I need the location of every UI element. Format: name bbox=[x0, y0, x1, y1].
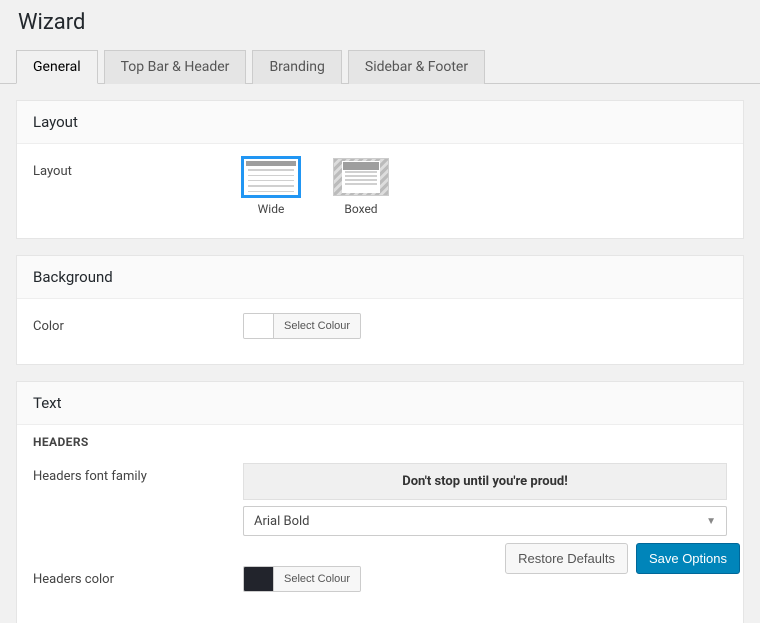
select-colour-button[interactable]: Select Colour bbox=[274, 567, 360, 591]
restore-defaults-button[interactable]: Restore Defaults bbox=[505, 543, 628, 574]
headers-font-family-select[interactable]: Arial Bold ▼ bbox=[243, 506, 727, 536]
text-subheading-headers: HEADERS bbox=[17, 425, 743, 459]
layout-option-boxed[interactable]: Boxed bbox=[333, 158, 389, 216]
background-color-picker[interactable]: Select Colour bbox=[243, 313, 361, 339]
layout-thumb-boxed-icon bbox=[333, 158, 389, 196]
background-section-title: Background bbox=[17, 256, 743, 299]
layout-option-wide[interactable]: Wide bbox=[243, 158, 299, 216]
tab-sidebar-footer[interactable]: Sidebar & Footer bbox=[348, 50, 485, 84]
selected-font-value: Arial Bold bbox=[254, 514, 310, 529]
headers-color-label: Headers color bbox=[33, 566, 243, 587]
text-section: Text HEADERS Headers font family Don't s… bbox=[16, 381, 744, 623]
tab-topbar-header[interactable]: Top Bar & Header bbox=[104, 50, 247, 84]
layout-section: Layout Layout Wide bbox=[16, 100, 744, 239]
footer-actions: Restore Defaults Save Options bbox=[505, 543, 740, 574]
layout-caption-wide: Wide bbox=[258, 202, 285, 216]
chevron-down-icon: ▼ bbox=[706, 516, 716, 527]
tabs: General Top Bar & Header Branding Sideba… bbox=[0, 49, 760, 84]
layout-thumb-wide-icon bbox=[243, 158, 299, 196]
background-section: Background Color Select Colour bbox=[16, 255, 744, 365]
headers-color-picker[interactable]: Select Colour bbox=[243, 566, 361, 592]
select-colour-button[interactable]: Select Colour bbox=[274, 314, 360, 338]
color-swatch-icon bbox=[244, 567, 274, 591]
tab-branding[interactable]: Branding bbox=[252, 50, 341, 84]
page-title: Wizard bbox=[0, 0, 760, 49]
layout-field-label: Layout bbox=[33, 158, 243, 179]
background-color-label: Color bbox=[33, 313, 243, 334]
layout-section-title: Layout bbox=[17, 101, 743, 144]
color-swatch-icon bbox=[244, 314, 274, 338]
save-options-button[interactable]: Save Options bbox=[636, 543, 740, 574]
headers-font-family-label: Headers font family bbox=[33, 463, 243, 484]
layout-caption-boxed: Boxed bbox=[344, 202, 377, 216]
text-section-title: Text bbox=[17, 382, 743, 425]
tab-general[interactable]: General bbox=[16, 50, 98, 84]
motivational-banner: Don't stop until you're proud! bbox=[243, 463, 727, 500]
